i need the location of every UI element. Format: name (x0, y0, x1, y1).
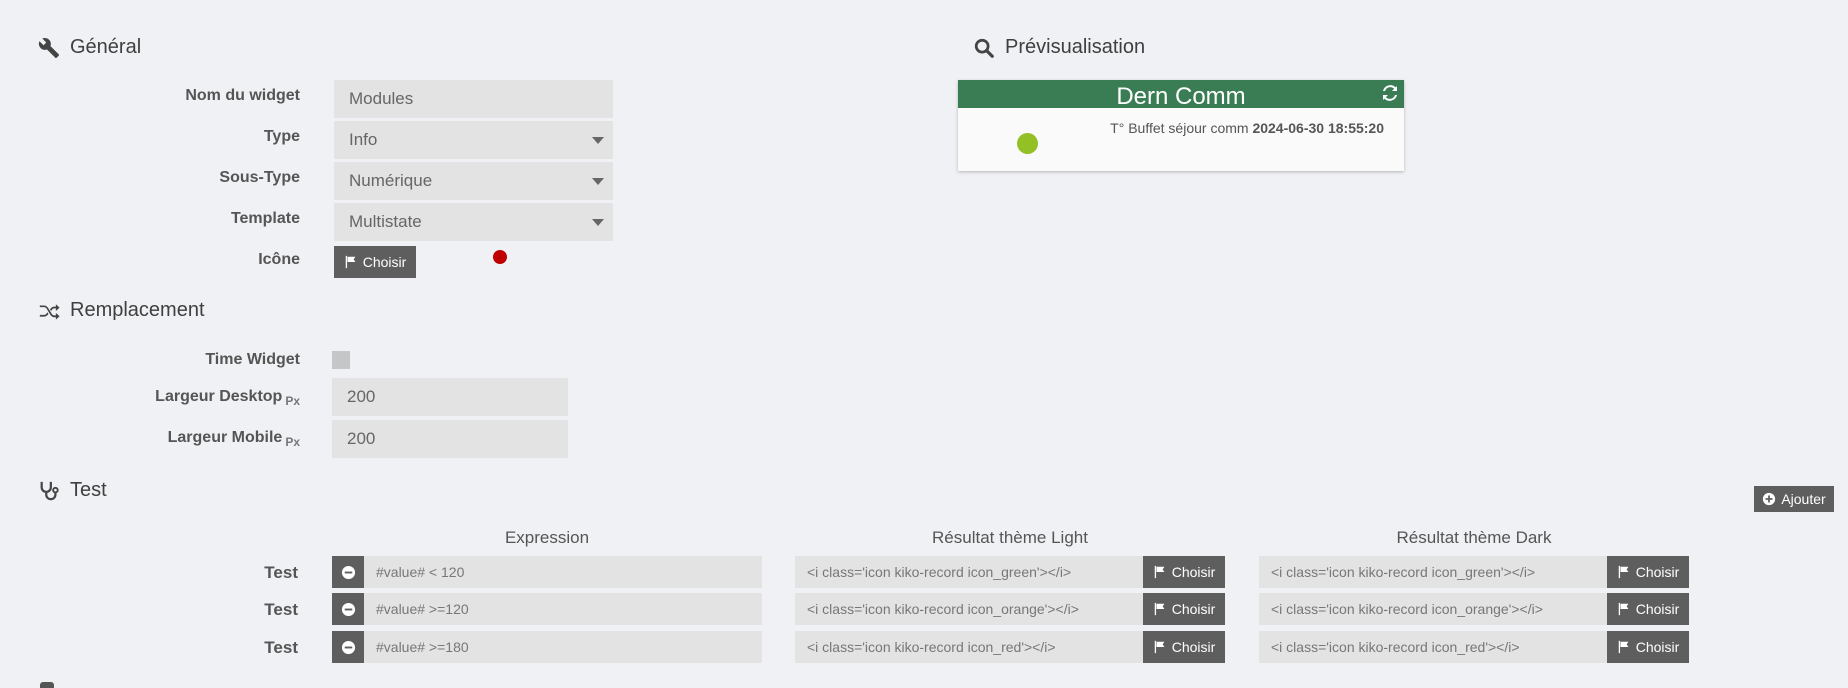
template-select-value: Multistate (349, 212, 422, 231)
type-select[interactable]: Info (334, 121, 613, 159)
test-row-label: Test (264, 600, 298, 619)
choose-light-button[interactable]: Choisir (1143, 556, 1225, 588)
widget-preview-header: Dern Comm (958, 80, 1404, 110)
minus-circle-icon (341, 602, 355, 616)
choose-dark-button[interactable]: Choisir (1607, 556, 1689, 588)
choose-light-button-label: Choisir (1171, 639, 1216, 655)
add-test-button-label: Ajouter (1781, 491, 1826, 507)
test-light-result-input[interactable]: <i class='icon kiko-record icon_orange'>… (795, 593, 1143, 625)
template-label: Template (230, 210, 300, 227)
choose-icon-button-label: Choisir (362, 254, 407, 270)
wrench-icon (38, 37, 60, 58)
type-label: Type (263, 128, 300, 145)
test-row-label: Test (264, 638, 298, 657)
widget-preview-timestamp: 2024-06-30 18:55:20 (1252, 120, 1384, 136)
mobile-width-unit: Px (285, 435, 300, 449)
choose-dark-button-label: Choisir (1635, 639, 1680, 655)
flag-icon (345, 255, 356, 269)
general-title: Général (70, 36, 142, 58)
flag-icon (1618, 602, 1629, 616)
next-section-icon (40, 682, 54, 688)
test-section-title: Test (38, 479, 107, 502)
remove-test-button[interactable] (332, 631, 364, 663)
choose-light-button-label: Choisir (1171, 564, 1216, 580)
mobile-width-label-text: Largeur Mobile (167, 429, 283, 446)
choose-light-button[interactable]: Choisir (1143, 631, 1225, 663)
replacement-title: Remplacement (70, 299, 205, 321)
general-section-title: Général (38, 36, 141, 59)
choose-dark-button-label: Choisir (1635, 601, 1680, 617)
shuffle-icon (39, 303, 60, 320)
subtype-select[interactable]: Numérique (334, 162, 613, 200)
widget-name-label: Nom du widget (185, 87, 300, 104)
add-test-button[interactable]: Ajouter (1754, 486, 1834, 512)
desktop-width-unit: Px (285, 394, 300, 408)
preview-section-title: Prévisualisation (973, 36, 1145, 59)
flag-icon (1154, 640, 1165, 654)
test-title: Test (70, 479, 107, 501)
flag-icon (1154, 602, 1165, 616)
test-light-result-input[interactable]: <i class='icon kiko-record icon_red'></i… (795, 631, 1143, 663)
widget-preview-state-icon (1017, 133, 1038, 154)
widget-preview-info-label: T° Buffet séjour comm (1110, 120, 1249, 136)
widget-preview-info: T° Buffet séjour comm 2024-06-30 18:55:2… (1110, 120, 1384, 136)
icon-label: Icône (258, 251, 300, 268)
test-expression-input[interactable]: #value# >=120 (364, 593, 762, 625)
test-dark-result-input[interactable]: <i class='icon kiko-record icon_red'></i… (1259, 631, 1607, 663)
flag-icon (1154, 565, 1165, 579)
remove-test-button[interactable] (332, 556, 364, 588)
subtype-label: Sous-Type (219, 169, 300, 186)
preview-title: Prévisualisation (1005, 36, 1146, 58)
light-column-header: Résultat thème Light (932, 528, 1088, 547)
time-widget-checkbox[interactable] (332, 351, 350, 369)
test-dark-result-input[interactable]: <i class='icon kiko-record icon_orange'>… (1259, 593, 1607, 625)
minus-circle-icon (341, 565, 355, 579)
choose-dark-button-label: Choisir (1635, 564, 1680, 580)
desktop-width-input[interactable]: 200 (332, 378, 568, 416)
remove-test-button[interactable] (332, 593, 364, 625)
chevron-down-icon (592, 137, 604, 144)
expression-column-header: Expression (504, 528, 590, 547)
mobile-width-label: Largeur Mobile Px (0, 429, 300, 449)
flag-icon (1618, 565, 1629, 579)
test-expression-input[interactable]: #value# < 120 (364, 556, 762, 588)
flag-icon (1618, 640, 1629, 654)
desktop-width-label: Largeur Desktop Px (0, 388, 300, 408)
mobile-width-input[interactable]: 200 (332, 420, 568, 458)
widget-name-input[interactable]: Modules (334, 80, 613, 118)
choose-light-button-label: Choisir (1171, 601, 1216, 617)
stethoscope-icon (40, 481, 59, 500)
test-row-label: Test (264, 563, 298, 582)
template-select[interactable]: Multistate (334, 203, 613, 241)
subtype-select-value: Numérique (349, 171, 433, 190)
replacement-section-title: Remplacement (38, 299, 205, 322)
dark-column-header: Résultat thème Dark (1396, 528, 1552, 547)
type-select-value: Info (349, 130, 378, 149)
widget-preview: Dern Comm T° Buffet séjour comm 2024-06-… (958, 80, 1404, 171)
minus-circle-icon (341, 640, 355, 654)
choose-light-button[interactable]: Choisir (1143, 593, 1225, 625)
test-dark-result-input[interactable]: <i class='icon kiko-record icon_green'><… (1259, 556, 1607, 588)
time-widget-label: Time Widget (205, 351, 300, 368)
choose-icon-button[interactable]: Choisir (334, 246, 416, 278)
search-icon (974, 38, 994, 58)
chevron-down-icon (592, 219, 604, 226)
chevron-down-icon (592, 178, 604, 185)
desktop-width-label-text: Largeur Desktop (155, 388, 283, 405)
choose-dark-button[interactable]: Choisir (1607, 593, 1689, 625)
selected-icon-preview (493, 250, 507, 264)
refresh-icon[interactable] (1382, 85, 1398, 101)
choose-dark-button[interactable]: Choisir (1607, 631, 1689, 663)
test-light-result-input[interactable]: <i class='icon kiko-record icon_green'><… (795, 556, 1143, 588)
plus-circle-icon (1763, 492, 1776, 506)
widget-preview-name: Dern Comm (1116, 83, 1246, 110)
test-expression-input[interactable]: #value# >=180 (364, 631, 762, 663)
